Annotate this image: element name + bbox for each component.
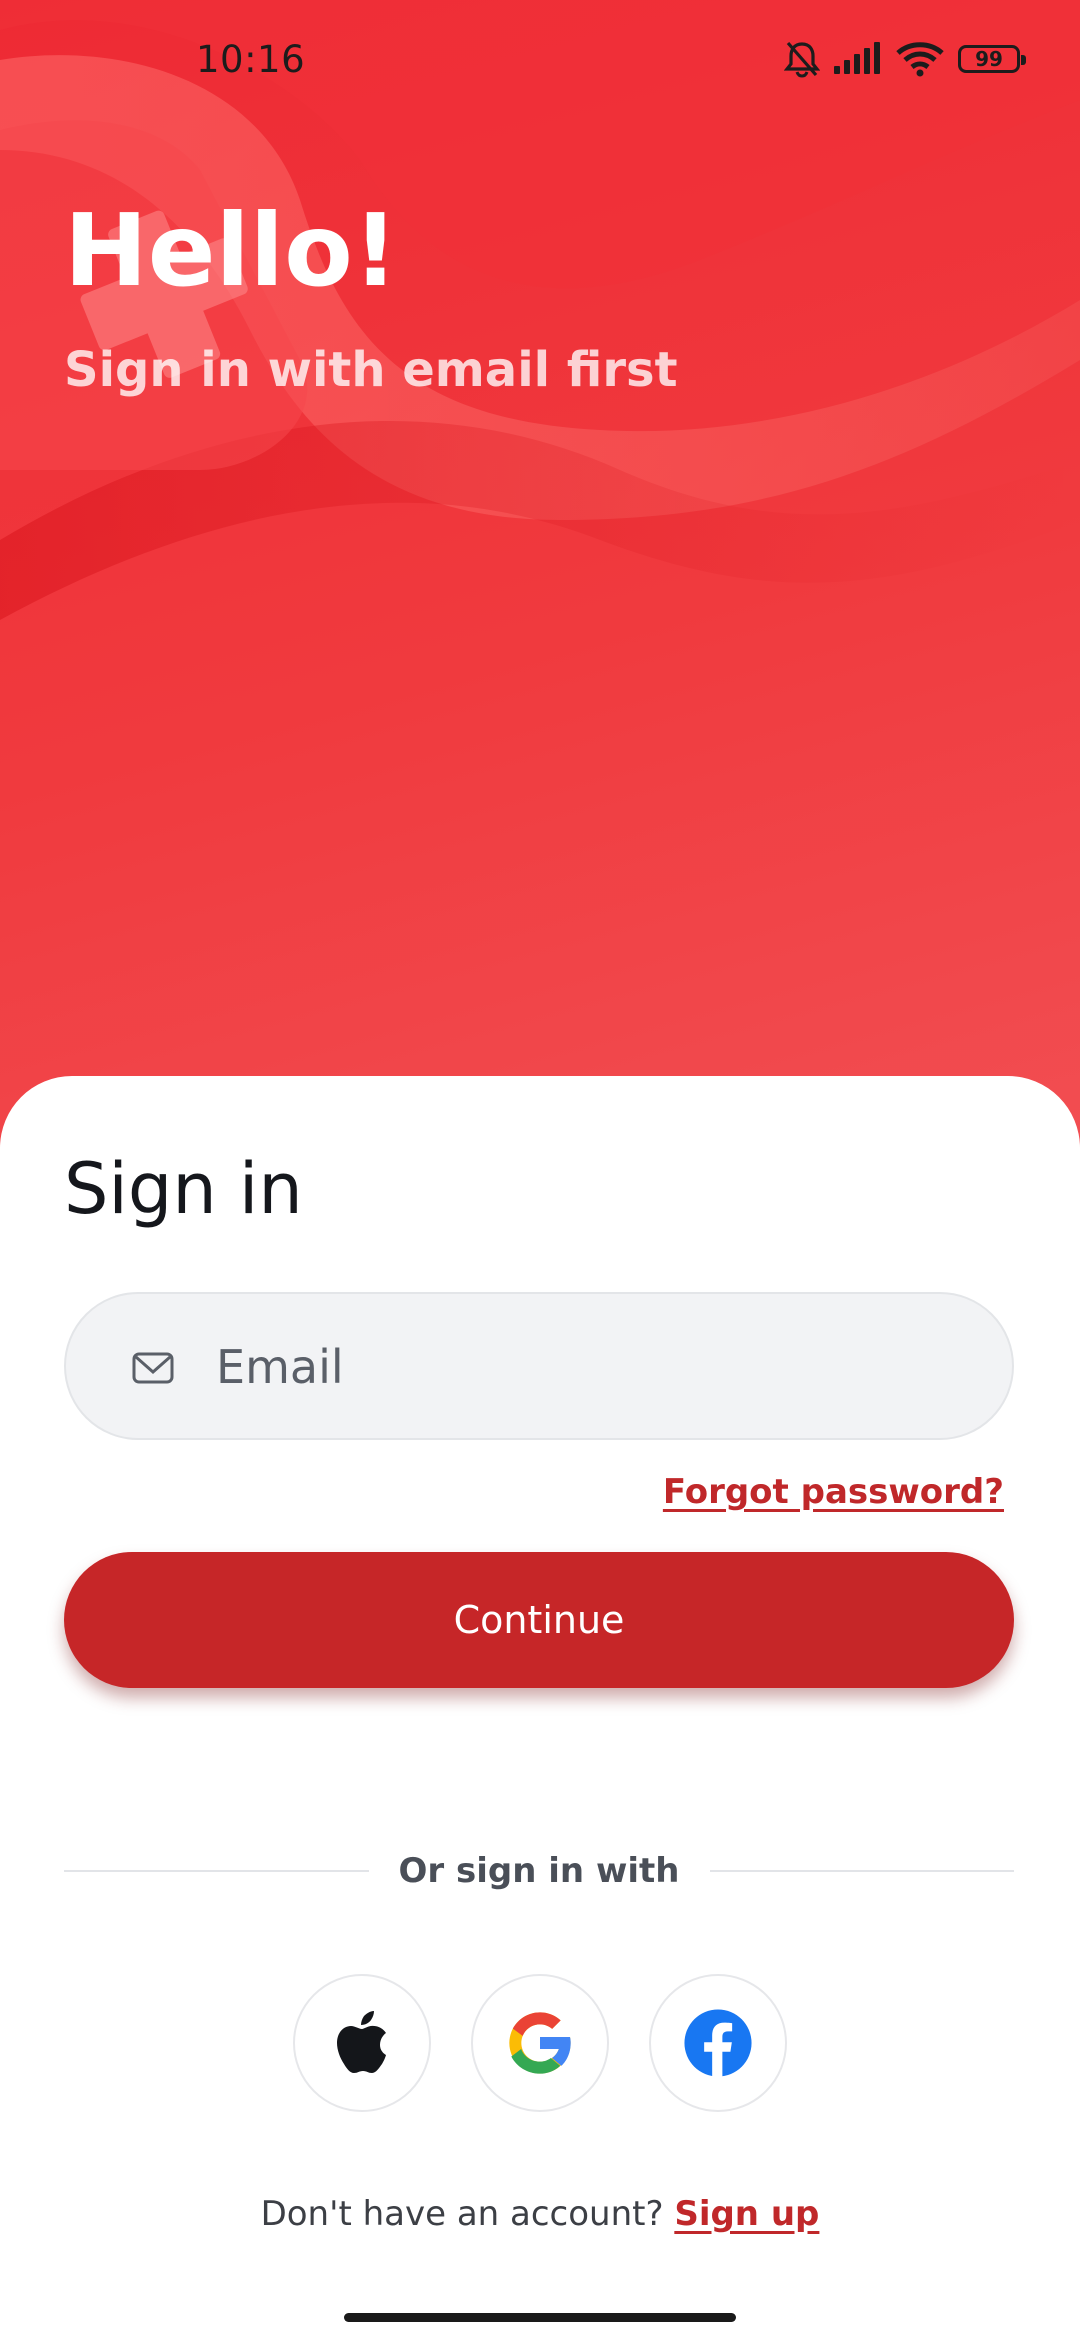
email-input[interactable] (216, 1324, 976, 1410)
social-divider: Or sign in with (64, 1846, 1014, 1896)
sign-in-sheet: Sign in Forgot password? Continue Or sig… (0, 1076, 1080, 2340)
hero-background-art (0, 0, 1080, 620)
forgot-password-link[interactable]: Forgot password? (663, 1472, 1004, 1512)
signup-row: Don't have an account? Sign up (0, 2194, 1080, 2234)
battery-level: 99 (975, 47, 1003, 71)
status-bar: 10:16 99 (0, 0, 1080, 124)
status-icons: 99 (784, 40, 1026, 78)
divider-line-right (709, 1870, 1014, 1872)
facebook-sign-in-button[interactable] (649, 1974, 787, 2112)
google-icon (509, 2012, 573, 2074)
social-sign-in-row (0, 1974, 1080, 2112)
signal-icon (834, 42, 880, 74)
sign-in-screen: 10:16 99 Hello! Sign in with email first… (0, 0, 1080, 2340)
signup-prompt: Don't have an account? (260, 2194, 675, 2234)
home-indicator[interactable] (344, 2313, 736, 2322)
apple-sign-in-button[interactable] (293, 1974, 431, 2112)
signup-link[interactable]: Sign up (674, 2194, 819, 2234)
hero-title: Hello! (64, 192, 399, 309)
bell-muted-icon (784, 41, 820, 78)
facebook-icon (684, 2009, 752, 2077)
wifi-icon (896, 42, 944, 77)
email-field[interactable] (64, 1292, 1014, 1440)
mail-icon (132, 1352, 174, 1384)
status-time: 10:16 (196, 38, 306, 81)
continue-button[interactable]: Continue (64, 1552, 1014, 1688)
divider-line-left (64, 1870, 369, 1872)
battery-icon: 99 (958, 45, 1026, 73)
sign-in-title: Sign in (64, 1148, 303, 1230)
apple-icon (337, 2011, 386, 2073)
hero-subtitle: Sign in with email first (64, 342, 678, 398)
divider-label: Or sign in with (398, 1851, 680, 1891)
google-sign-in-button[interactable] (471, 1974, 609, 2112)
